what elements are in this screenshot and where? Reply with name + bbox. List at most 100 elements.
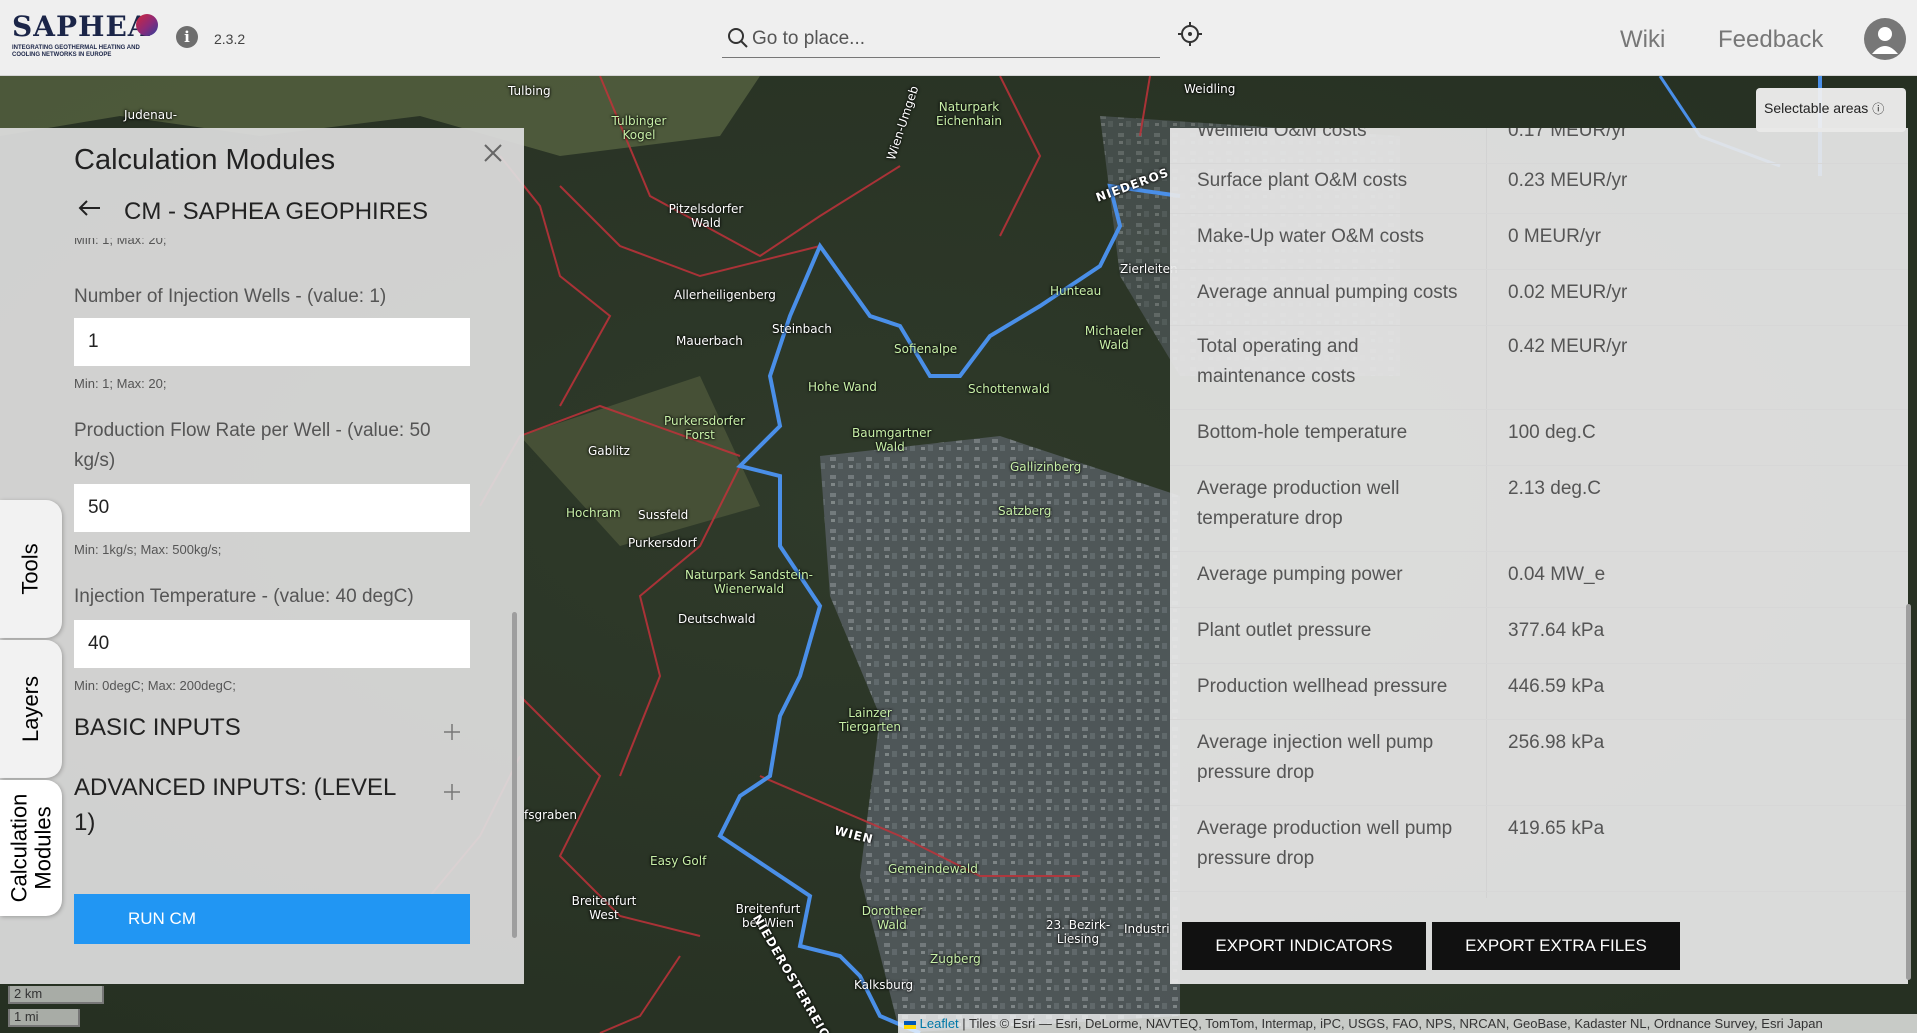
basic-inputs-header[interactable]: BASIC INPUTS	[74, 710, 414, 745]
result-row: Plant outlet pressure 377.64 kPa	[1170, 608, 1908, 664]
module-name: CM - SAPHEA GEOPHIRES	[124, 198, 429, 225]
result-row: Bottom-hole temperature 100 deg.C	[1170, 410, 1908, 466]
back-arrow-icon[interactable]	[78, 198, 102, 218]
saphea-logo[interactable]: SAPHEA INTEGRATING GEOTHERMAL HEATING AN…	[12, 12, 162, 62]
tab-calculation-modules-label: Calculation Modules	[6, 793, 55, 903]
selectable-areas-control[interactable]: Selectable areas ⓘ	[1756, 88, 1906, 132]
result-row: Total operating and maintenance costs 0.4…	[1170, 324, 1908, 410]
result-value: 0.23 MEUR/yr	[1508, 170, 1628, 191]
info-small-icon: ⓘ	[1872, 102, 1885, 116]
tab-tools-label: Tools	[17, 543, 43, 595]
injection-temperature-label: Injection Temperature - (value: 40 degC)	[74, 586, 414, 607]
map-label: Judenau-	[124, 108, 178, 122]
scale-km: 2 km	[8, 986, 104, 1004]
injection-wells-label: Number of Injection Wells - (value: 1)	[74, 286, 387, 307]
result-name: Average injection well pump pressure dro…	[1197, 732, 1434, 783]
tab-calculation-modules[interactable]: Calculation Modules	[0, 780, 62, 916]
flow-rate-input[interactable]	[74, 484, 470, 532]
module-form[interactable]: Min: 1; Max: 20; Number of Injection Wel…	[0, 238, 510, 984]
scale-mi: 1 mi	[8, 1009, 80, 1027]
result-name: Production wellhead pressure	[1197, 676, 1448, 697]
result-value: 419.65 kPa	[1508, 818, 1605, 839]
map-label: Zierleiten	[1120, 262, 1178, 276]
map-label: Dorotheer Wald	[861, 904, 923, 932]
selectable-areas-label: Selectable areas	[1764, 100, 1869, 116]
result-row: Average injection well pump pressure dro…	[1170, 720, 1908, 806]
map-label: Industri	[1124, 922, 1170, 936]
injection-temperature-input[interactable]	[74, 620, 470, 668]
results-scrollbar[interactable]	[1906, 604, 1911, 980]
expand-plus-icon[interactable]	[442, 782, 462, 802]
field-hint: Min: 1kg/s; Max: 500kg/s;	[74, 542, 222, 557]
result-value: 446.59 kPa	[1508, 676, 1605, 697]
field-hint: Min: 1; Max: 20;	[74, 376, 167, 391]
leaflet-link[interactable]: Leaflet	[920, 1016, 959, 1031]
result-value: 2.13 deg.C	[1508, 478, 1601, 499]
map-label: Naturpark Sandstein-Wienerwald	[684, 568, 814, 596]
logo-mark-icon	[136, 14, 158, 36]
user-avatar-icon[interactable]	[1864, 18, 1906, 60]
result-name: Average production well temperature drop	[1197, 478, 1400, 529]
field-hint: Min: 1; Max: 20;	[74, 238, 167, 247]
locate-me-icon[interactable]	[1176, 20, 1204, 48]
injection-wells-input[interactable]	[74, 318, 470, 366]
result-value: 377.64 kPa	[1508, 620, 1605, 641]
result-name: Plant outlet pressure	[1197, 620, 1372, 641]
result-name: Bottom-hole temperature	[1197, 422, 1408, 443]
map-label: Tulbinger Kogel	[611, 114, 667, 142]
result-value: 0.04 MW_e	[1508, 564, 1606, 585]
ukraine-flag-icon	[904, 1020, 916, 1029]
map-label: Naturpark Eichenhain	[935, 100, 1002, 128]
run-cm-button[interactable]: RUN CM	[74, 894, 470, 944]
tab-tools[interactable]: Tools	[0, 500, 62, 638]
search-input[interactable]	[752, 26, 1152, 52]
map-label: Steinbach	[772, 322, 832, 336]
feedback-link[interactable]: Feedback	[1718, 26, 1823, 54]
result-value: 100 deg.C	[1508, 422, 1596, 443]
app-version: 2.3.2	[214, 31, 246, 47]
result-row: Surface plant O&M costs 0.23 MEUR/yr	[1170, 158, 1908, 214]
map-attribution: Leaflet | Tiles © Esri — Esri, DeLorme, …	[898, 1014, 1917, 1033]
map-label: Tulbing	[508, 84, 551, 98]
map-label: Baumgartner Wald	[852, 426, 932, 454]
flow-rate-label: Production Flow Rate per Well - (value: …	[74, 420, 431, 471]
result-name: Wellfield O&M costs	[1197, 128, 1367, 141]
result-value: 0.42 MEUR/yr	[1508, 336, 1628, 357]
field-hint: Min: 0degC; Max: 200degC;	[74, 678, 236, 693]
map-label: fsgraben	[524, 808, 577, 822]
place-search	[722, 20, 1160, 58]
map-label: Hochram	[566, 506, 621, 520]
map-label: Easy Golf	[650, 854, 707, 868]
panel-scrollbar[interactable]	[512, 612, 517, 938]
close-icon[interactable]	[482, 142, 504, 164]
tab-layers[interactable]: Layers	[0, 640, 62, 778]
map-label: Hohe Wand	[808, 380, 877, 394]
result-value: 0.02 MEUR/yr	[1508, 282, 1628, 303]
export-extra-files-button[interactable]: EXPORT EXTRA FILES	[1432, 922, 1680, 970]
result-row: Average pumping power 0.04 MW_e	[1170, 552, 1908, 608]
panel-title: Calculation Modules	[74, 144, 336, 176]
map-label: Kalksburg	[854, 978, 914, 992]
map-label: Sofienalpe	[894, 342, 958, 356]
results-panel[interactable]: Wellfield O&M costs 0.17 MEUR/yr Surface p…	[1170, 128, 1908, 984]
info-icon[interactable]: i	[176, 26, 198, 48]
wiki-link[interactable]: Wiki	[1620, 26, 1665, 54]
expand-plus-icon[interactable]	[442, 722, 462, 742]
logo-tagline: INTEGRATING GEOTHERMAL HEATING AND COOLI…	[12, 45, 140, 58]
map-label: Purkersdorf	[628, 536, 697, 550]
map-label: Purkersdorfer Forst	[664, 414, 746, 442]
attribution-text: | Tiles © Esri — Esri, DeLorme, NAVTEQ, …	[962, 1016, 1823, 1031]
top-bar: SAPHEA INTEGRATING GEOTHERMAL HEATING AN…	[0, 0, 1917, 76]
calculation-modules-panel: Calculation Modules CM - SAPHEA GEOPHIRE…	[0, 128, 524, 984]
map-label: 23. Bezirk-Liesing	[1045, 918, 1111, 946]
result-name: Average annual pumping costs	[1197, 282, 1458, 303]
map-label: Deutschwald	[678, 612, 756, 626]
result-name: Surface plant O&M costs	[1197, 170, 1408, 191]
map-label: Gablitz	[588, 444, 630, 458]
map-label: Gemeindewald	[888, 862, 978, 876]
export-indicators-button[interactable]: EXPORT INDICATORS	[1182, 922, 1426, 970]
map-label: Sussfeld	[638, 508, 689, 522]
result-value: 256.98 kPa	[1508, 732, 1605, 753]
advanced-inputs-header[interactable]: ADVANCED INPUTS: (LEVEL 1)	[74, 770, 414, 840]
search-icon	[728, 28, 748, 48]
